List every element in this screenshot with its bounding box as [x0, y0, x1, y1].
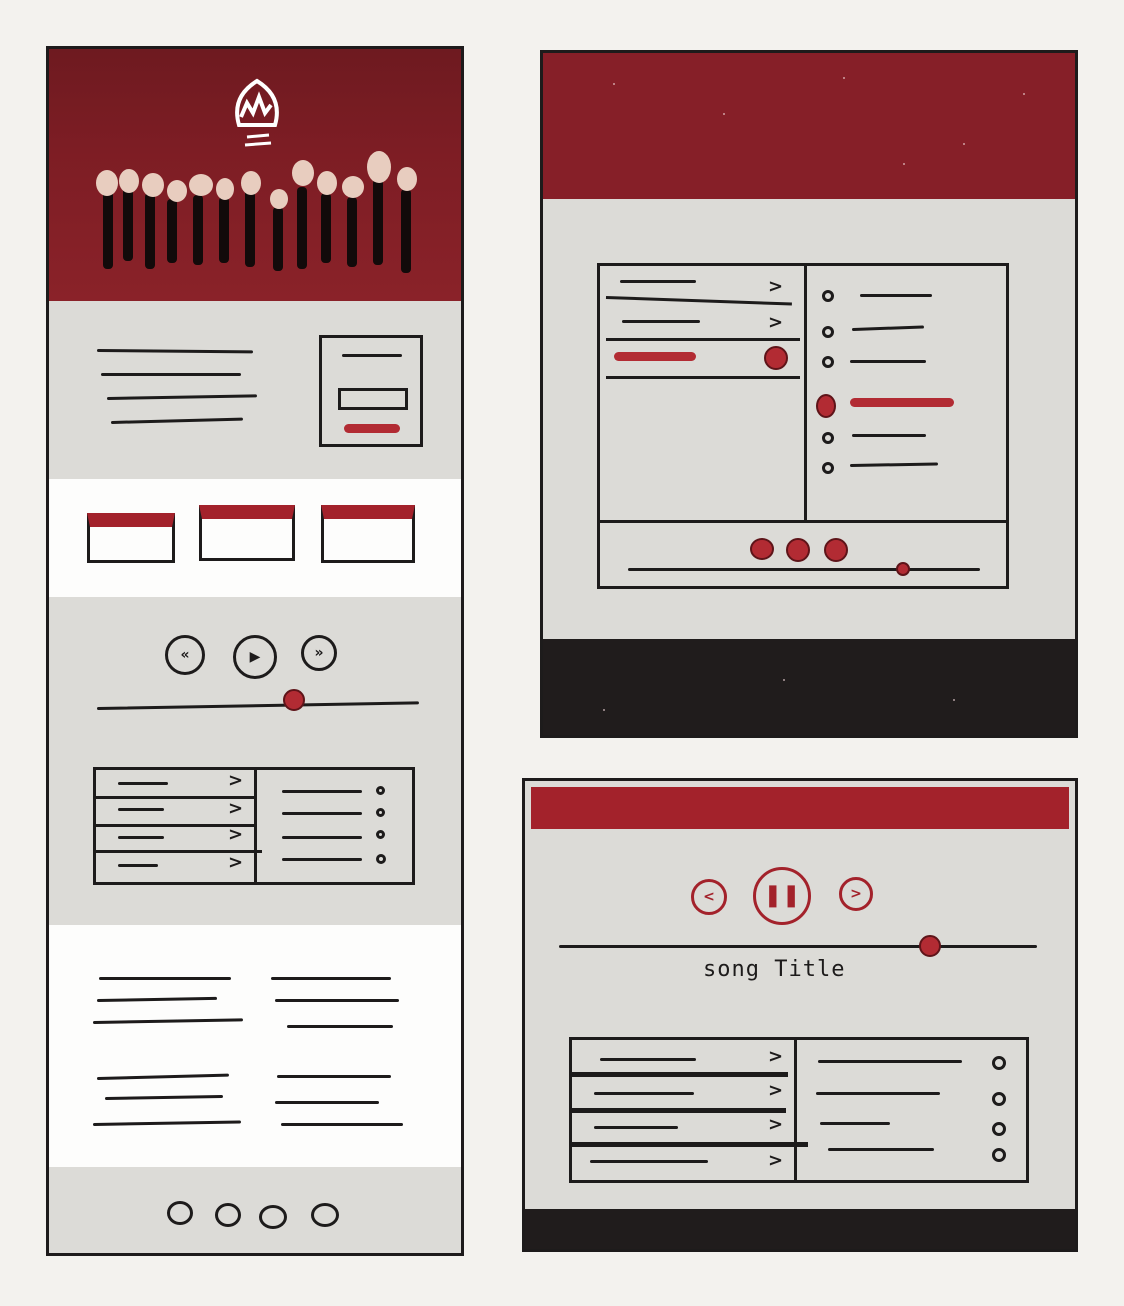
card[interactable] [321, 505, 415, 563]
rewind-icon[interactable]: « [165, 635, 205, 675]
playlist-table: > > > > [93, 767, 415, 885]
fast-forward-icon[interactable]: > [839, 877, 873, 911]
pause-icon[interactable]: ❚❚ [753, 867, 811, 925]
header-banner [531, 787, 1069, 829]
text-columns-band [49, 925, 461, 1167]
chevron-right-icon: > [768, 1114, 784, 1135]
chevron-right-icon: > [228, 770, 244, 791]
play-icon[interactable]: ▶ [233, 635, 277, 679]
footer [525, 1209, 1075, 1249]
signup-box [319, 335, 423, 447]
signup-button[interactable] [344, 424, 400, 433]
next-icon[interactable] [824, 538, 848, 562]
crowd-illustration [96, 151, 417, 273]
playlist-table: > > > > [569, 1037, 1029, 1183]
progress-track[interactable] [628, 568, 980, 571]
chevron-right-icon: > [768, 312, 784, 333]
chevron-right-icon: > [768, 1046, 784, 1067]
progress-handle[interactable] [283, 689, 305, 711]
page-dot[interactable] [167, 1201, 193, 1225]
chevron-right-icon: > [228, 824, 244, 845]
hero-banner [49, 49, 461, 301]
page-dot[interactable] [215, 1203, 241, 1227]
chevron-right-icon: > [768, 276, 784, 297]
chevron-right-icon: > [228, 852, 244, 873]
chevron-right-icon: > [768, 1150, 784, 1171]
card[interactable] [87, 513, 175, 563]
cards-band [49, 479, 461, 597]
progress-handle[interactable] [919, 935, 941, 957]
chevron-right-icon: > [228, 798, 244, 819]
footer [543, 639, 1075, 735]
prev-icon[interactable] [750, 538, 774, 560]
song-title: song Title [703, 957, 846, 982]
music-browser: > > [597, 263, 1009, 589]
chevron-right-icon [764, 346, 788, 370]
page-dot[interactable] [259, 1205, 287, 1229]
progress-track[interactable] [96, 701, 419, 710]
card[interactable] [199, 505, 295, 561]
row-divider [605, 296, 792, 306]
page-dot[interactable] [311, 1203, 339, 1227]
play-icon[interactable] [786, 538, 810, 562]
progress-track[interactable] [559, 945, 1037, 948]
wireframe-long-page: « ▶ » > > > > [46, 46, 464, 1256]
rewind-icon[interactable]: < [691, 879, 727, 915]
wireframe-tablet: > > [540, 50, 1078, 738]
header-banner [543, 53, 1075, 199]
email-field[interactable] [338, 388, 408, 410]
progress-handle[interactable] [896, 562, 910, 576]
fast-forward-icon[interactable]: » [301, 635, 337, 671]
logo-icon [235, 78, 279, 147]
chevron-right-icon: > [768, 1080, 784, 1101]
wireframe-player: < ❚❚ > song Title > > > > [522, 778, 1078, 1252]
